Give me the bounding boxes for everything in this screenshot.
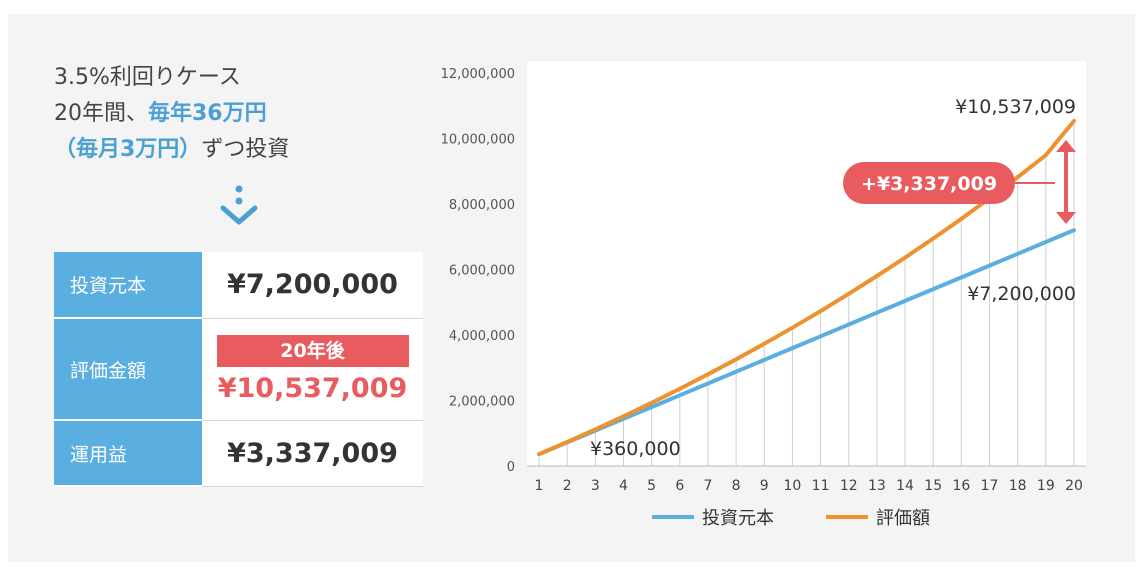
y-tick-label: 0 — [507, 460, 515, 475]
x-tick-label: 3 — [591, 478, 600, 494]
x-tick-label: 17 — [981, 478, 999, 494]
x-tick-label: 18 — [1009, 478, 1027, 494]
x-tick-label: 20 — [1065, 478, 1083, 494]
x-tick-label: 11 — [812, 478, 830, 494]
x-tick-label: 8 — [732, 478, 741, 494]
difference-label: +¥3,337,009 — [861, 173, 997, 195]
x-tick-label: 5 — [647, 478, 656, 494]
start-value-label: ¥360,000 — [590, 438, 681, 460]
principal-end-label: ¥7,200,000 — [967, 283, 1076, 305]
growth-line-chart: 0 2,000,000 4,000,000 6,000,000 8,000,000 10,… — [441, 61, 1086, 529]
valuation-end-label: ¥10,537,009 — [955, 96, 1076, 118]
legend: 投資元本 評価額 — [652, 508, 930, 529]
x-tick-label: 2 — [563, 478, 572, 494]
x-tick-label: 14 — [896, 478, 914, 494]
y-tick-label: 8,000,000 — [449, 198, 515, 213]
x-tick-label: 10 — [784, 478, 802, 494]
x-tick-label: 19 — [1037, 478, 1055, 494]
x-tick-label: 6 — [675, 478, 684, 494]
x-tick-label: 9 — [760, 478, 769, 494]
y-tick-label: 4,000,000 — [449, 329, 515, 344]
plot-area — [527, 61, 1086, 466]
x-tick-label: 16 — [952, 478, 970, 494]
x-tick-label: 12 — [840, 478, 858, 494]
x-tick-label: 4 — [619, 478, 628, 494]
x-tick-label: 13 — [868, 478, 886, 494]
x-tick-label: 1 — [535, 478, 544, 494]
y-tick-label: 2,000,000 — [449, 395, 515, 410]
x-tick-label: 7 — [703, 478, 712, 494]
legend-principal-label: 投資元本 — [702, 508, 774, 529]
y-tick-label: 12,000,000 — [441, 67, 515, 82]
legend-valuation-label: 評価額 — [876, 508, 930, 529]
x-tick-label: 15 — [924, 478, 942, 494]
y-tick-label: 6,000,000 — [449, 264, 515, 279]
y-tick-label: 10,000,000 — [441, 133, 515, 148]
